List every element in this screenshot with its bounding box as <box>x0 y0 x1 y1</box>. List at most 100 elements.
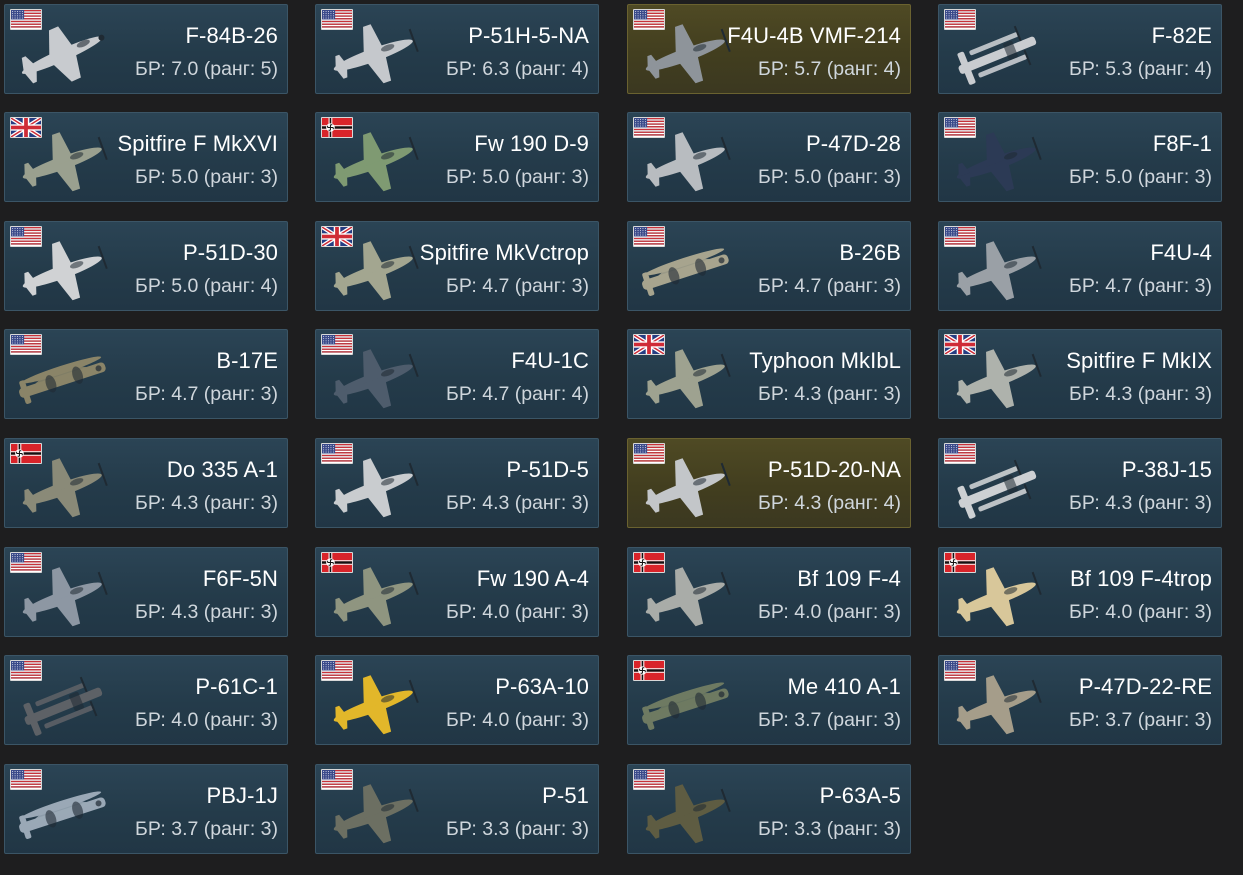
aircraft-card-p-51d-5[interactable]: P-51D-5 БР: 4.3 (ранг: 3) <box>315 438 599 528</box>
aircraft-card-f6f-5n[interactable]: F6F-5N БР: 4.3 (ранг: 3) <box>4 547 288 637</box>
usa-flag-icon <box>321 334 353 355</box>
battle-rating: БР: 3.3 (ранг: 3) <box>446 818 589 840</box>
aircraft-name: Me 410 A-1 <box>787 674 901 699</box>
battle-rating: БР: 4.7 (ранг: 4) <box>446 383 589 405</box>
usa-flag-icon <box>944 9 976 30</box>
germany-flag-icon <box>321 552 353 573</box>
battle-rating: БР: 4.3 (ранг: 3) <box>446 492 589 514</box>
usa-flag-icon <box>633 226 665 247</box>
battle-rating: БР: 4.3 (ранг: 3) <box>1069 383 1212 405</box>
aircraft-name: P-47D-22-RE <box>1078 674 1212 699</box>
usa-flag-icon <box>633 9 665 30</box>
germany-flag-icon <box>944 552 976 573</box>
usa-flag-icon <box>944 226 976 247</box>
battle-rating: БР: 4.3 (ранг: 3) <box>135 492 278 514</box>
aircraft-name: P-51D-30 <box>183 240 278 265</box>
aircraft-name: Spitfire F MkIX <box>1066 348 1212 373</box>
aircraft-name: B-17E <box>216 348 278 373</box>
battle-rating: БР: 5.0 (ранг: 3) <box>758 166 901 188</box>
aircraft-card-typhoon-mkibl[interactable]: Typhoon MkIbL БР: 4.3 (ранг: 3) <box>627 329 911 419</box>
battle-rating: БР: 6.3 (ранг: 4) <box>446 58 589 80</box>
aircraft-card-p-38j-15[interactable]: P-38J-15 БР: 4.3 (ранг: 3) <box>938 438 1222 528</box>
usa-flag-icon <box>321 9 353 30</box>
aircraft-name: F-82E <box>1151 23 1212 48</box>
aircraft-name: P-63A-5 <box>819 783 901 808</box>
battle-rating: БР: 5.0 (ранг: 4) <box>135 275 278 297</box>
battle-rating: БР: 4.0 (ранг: 3) <box>758 601 901 623</box>
aircraft-name: P-51 <box>542 783 589 808</box>
battle-rating: БР: 4.0 (ранг: 3) <box>446 601 589 623</box>
battle-rating: БР: 3.7 (ранг: 3) <box>135 818 278 840</box>
aircraft-card-f4u-4[interactable]: F4U-4 БР: 4.7 (ранг: 3) <box>938 221 1222 311</box>
aircraft-name: P-61C-1 <box>195 674 278 699</box>
aircraft-name: PBJ-1J <box>206 783 278 808</box>
aircraft-name: B-26B <box>839 240 901 265</box>
battle-rating: БР: 3.7 (ранг: 3) <box>1069 709 1212 731</box>
aircraft-name: Bf 109 F-4 <box>797 566 901 591</box>
usa-flag-icon <box>633 117 665 138</box>
aircraft-name: Do 335 A-1 <box>166 457 278 482</box>
battle-rating: БР: 4.0 (ранг: 3) <box>1069 601 1212 623</box>
aircraft-card-f8f-1[interactable]: F8F-1 БР: 5.0 (ранг: 3) <box>938 112 1222 202</box>
aircraft-name: P-38J-15 <box>1121 457 1212 482</box>
aircraft-name: F-84B-26 <box>185 23 278 48</box>
aircraft-card-bf-109-f-4trop[interactable]: Bf 109 F-4trop БР: 4.0 (ранг: 3) <box>938 547 1222 637</box>
battle-rating: БР: 4.7 (ранг: 3) <box>446 275 589 297</box>
aircraft-name: Fw 190 A-4 <box>476 566 589 591</box>
battle-rating: БР: 3.3 (ранг: 3) <box>758 818 901 840</box>
aircraft-name: P-63A-10 <box>495 674 589 699</box>
battle-rating: БР: 4.7 (ранг: 3) <box>135 383 278 405</box>
battle-rating: БР: 4.0 (ранг: 3) <box>135 709 278 731</box>
uk-flag-icon <box>633 334 665 355</box>
aircraft-card-fw-190-a-4[interactable]: Fw 190 A-4 БР: 4.0 (ранг: 3) <box>315 547 599 637</box>
aircraft-card-b-26b[interactable]: B-26B БР: 4.7 (ранг: 3) <box>627 221 911 311</box>
aircraft-card-f4u-4b-vmf-214[interactable]: F4U-4B VMF-214 БР: 5.7 (ранг: 4) <box>627 4 911 94</box>
uk-flag-icon <box>321 226 353 247</box>
aircraft-card-pbj-1j[interactable]: PBJ-1J БР: 3.7 (ранг: 3) <box>4 764 288 854</box>
aircraft-card-spitfire-mkvctrop[interactable]: Spitfire MkVctrop БР: 4.7 (ранг: 3) <box>315 221 599 311</box>
aircraft-card-p-63a-5[interactable]: P-63A-5 БР: 3.3 (ранг: 3) <box>627 764 911 854</box>
aircraft-name: F8F-1 <box>1152 131 1212 156</box>
aircraft-card-p-51[interactable]: P-51 БР: 3.3 (ранг: 3) <box>315 764 599 854</box>
aircraft-card-fw-190-d-9[interactable]: Fw 190 D-9 БР: 5.0 (ранг: 3) <box>315 112 599 202</box>
aircraft-card-p-63a-10[interactable]: P-63A-10 БР: 4.0 (ранг: 3) <box>315 655 599 745</box>
aircraft-card-spitfire-f-mkix[interactable]: Spitfire F MkIX БР: 4.3 (ранг: 3) <box>938 329 1222 419</box>
battle-rating: БР: 4.3 (ранг: 3) <box>758 383 901 405</box>
aircraft-card-p-61c-1[interactable]: P-61C-1 БР: 4.0 (ранг: 3) <box>4 655 288 745</box>
aircraft-name: Bf 109 F-4trop <box>1069 566 1212 591</box>
usa-flag-icon <box>633 443 665 464</box>
usa-flag-icon <box>321 443 353 464</box>
aircraft-card-p-51h-5-na[interactable]: P-51H-5-NA БР: 6.3 (ранг: 4) <box>315 4 599 94</box>
uk-flag-icon <box>944 334 976 355</box>
aircraft-card-b-17e[interactable]: B-17E БР: 4.7 (ранг: 3) <box>4 329 288 419</box>
aircraft-card-p-47d-28[interactable]: P-47D-28 БР: 5.0 (ранг: 3) <box>627 112 911 202</box>
germany-flag-icon <box>10 443 42 464</box>
battle-rating: БР: 4.3 (ранг: 3) <box>1069 492 1212 514</box>
aircraft-card-p-51d-20-na[interactable]: P-51D-20-NA БР: 4.3 (ранг: 4) <box>627 438 911 528</box>
usa-flag-icon <box>10 552 42 573</box>
aircraft-card-bf-109-f-4[interactable]: Bf 109 F-4 БР: 4.0 (ранг: 3) <box>627 547 911 637</box>
aircraft-name: P-47D-28 <box>806 131 901 156</box>
aircraft-card-me-410-a-1[interactable]: Me 410 A-1 БР: 3.7 (ранг: 3) <box>627 655 911 745</box>
aircraft-name: Spitfire MkVctrop <box>419 240 589 265</box>
battle-rating: БР: 4.3 (ранг: 4) <box>758 492 901 514</box>
aircraft-card-f-84b-26[interactable]: F-84B-26 БР: 7.0 (ранг: 5) <box>4 4 288 94</box>
germany-flag-icon <box>633 660 665 681</box>
aircraft-card-spitfire-f-mkxvi[interactable]: Spitfire F MkXVI БР: 5.0 (ранг: 3) <box>4 112 288 202</box>
aircraft-card-do-335-a-1[interactable]: Do 335 A-1 БР: 4.3 (ранг: 3) <box>4 438 288 528</box>
germany-flag-icon <box>633 552 665 573</box>
usa-flag-icon <box>944 443 976 464</box>
battle-rating: БР: 5.7 (ранг: 4) <box>758 58 901 80</box>
aircraft-card-p-47d-22-re[interactable]: P-47D-22-RE БР: 3.7 (ранг: 3) <box>938 655 1222 745</box>
aircraft-name: F4U-1C <box>511 348 589 373</box>
aircraft-grid: F-84B-26 БР: 7.0 (ранг: 5) P-51H-5-NA БР: 6… <box>0 0 1243 875</box>
battle-rating: БР: 4.3 (ранг: 3) <box>135 601 278 623</box>
aircraft-card-f-82e[interactable]: F-82E БР: 5.3 (ранг: 4) <box>938 4 1222 94</box>
aircraft-name: Typhoon MkIbL <box>749 348 901 373</box>
aircraft-card-p-51d-30[interactable]: P-51D-30 БР: 5.0 (ранг: 4) <box>4 221 288 311</box>
usa-flag-icon <box>10 226 42 247</box>
aircraft-name: Fw 190 D-9 <box>474 131 589 156</box>
aircraft-name: P-51D-20-NA <box>767 457 901 482</box>
battle-rating: БР: 5.3 (ранг: 4) <box>1069 58 1212 80</box>
aircraft-card-f4u-1c[interactable]: F4U-1C БР: 4.7 (ранг: 4) <box>315 329 599 419</box>
